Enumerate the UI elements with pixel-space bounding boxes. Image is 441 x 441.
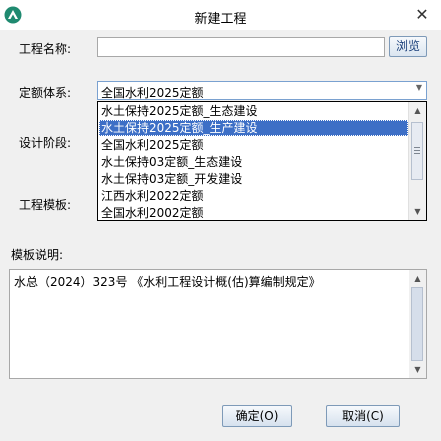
description-label: 模板说明:: [11, 248, 64, 262]
project-name-input[interactable]: [97, 37, 385, 57]
description-textarea[interactable]: 水总（2024）323号 《水利工程设计概(估)算编制规定》 ▲ ▼: [9, 269, 427, 379]
dropdown-arrow-icon[interactable]: ▼: [416, 83, 422, 92]
title-bar: 新建工程 ✕: [0, 0, 441, 30]
scroll-down-icon[interactable]: ▼: [409, 361, 426, 378]
scroll-up-icon[interactable]: ▲: [409, 270, 426, 287]
scroll-down-icon[interactable]: ▼: [409, 203, 426, 220]
ok-button[interactable]: 确定(O): [222, 405, 292, 427]
dropdown-option[interactable]: 水土保持03定额_开发建设: [99, 171, 408, 187]
dropdown-option[interactable]: 江西水利2022定额: [99, 188, 408, 204]
description-text: 水总（2024）323号 《水利工程设计概(估)算编制规定》: [14, 275, 321, 289]
scroll-up-icon[interactable]: ▲: [409, 102, 426, 119]
template-label: 工程模板:: [19, 198, 72, 212]
quota-system-label: 定额体系:: [19, 86, 72, 100]
quota-system-value: 全国水利2025定额: [101, 86, 204, 100]
dropdown-option-highlighted[interactable]: 水土保持2025定额_生产建设: [99, 120, 408, 136]
project-name-label: 工程名称:: [19, 42, 72, 56]
scrollbar-thumb[interactable]: [411, 287, 423, 361]
close-icon[interactable]: ✕: [411, 4, 433, 26]
cancel-button[interactable]: 取消(C): [326, 405, 400, 427]
browse-button[interactable]: 浏览: [389, 36, 427, 57]
dropdown-option[interactable]: 水土保持2025定额_生态建设: [99, 103, 408, 119]
design-stage-label: 设计阶段:: [19, 136, 72, 150]
quota-system-select[interactable]: 全国水利2025定额 ▼: [97, 81, 427, 100]
scrollbar-thumb[interactable]: [411, 122, 423, 180]
dropdown-option[interactable]: 全国水利2025定额: [99, 137, 408, 153]
dropdown-option[interactable]: 水土保持03定额_生态建设: [99, 154, 408, 170]
dropdown-option[interactable]: 全国水利2002定额: [99, 205, 408, 220]
quota-system-dropdown-list: 水土保持2025定额_生态建设 水土保持2025定额_生产建设 全国水利2025…: [97, 101, 427, 221]
dropdown-scrollbar[interactable]: ▲ ▼: [408, 102, 426, 220]
description-scrollbar[interactable]: ▲ ▼: [409, 270, 426, 378]
window-title: 新建工程: [194, 12, 247, 27]
